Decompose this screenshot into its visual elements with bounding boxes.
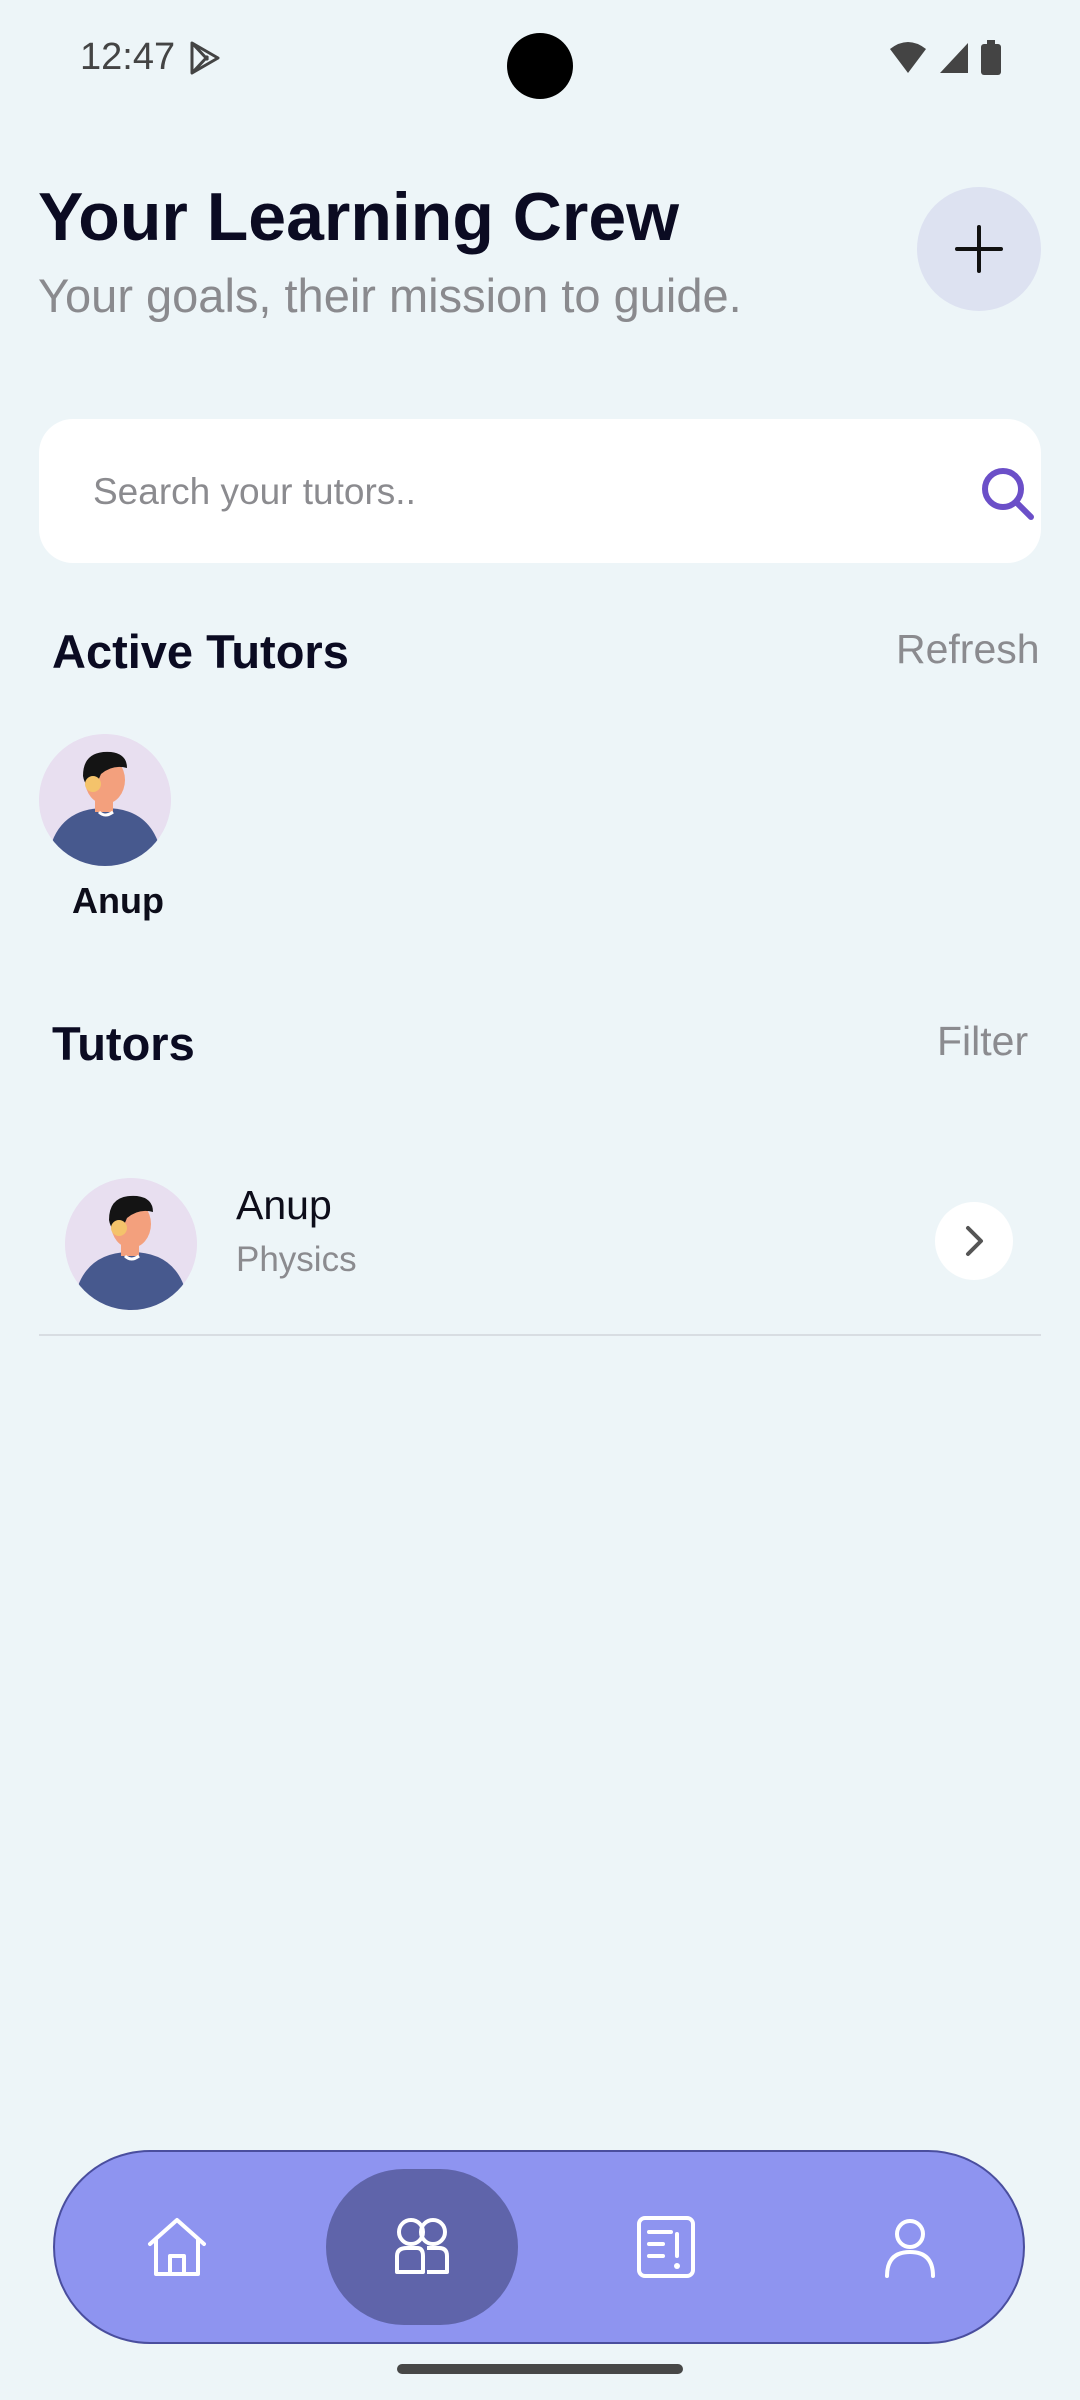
tutor-subject: Physics (236, 1240, 357, 1279)
refresh-button[interactable]: Refresh (896, 626, 1040, 673)
tutor-list-item[interactable]: Anup Physics (39, 1150, 1041, 1336)
tutor-avatar-illustration (65, 1178, 197, 1310)
avatar (39, 734, 171, 866)
plus-icon (955, 225, 1003, 273)
page-subtitle: Your goals, their mission to guide. (38, 269, 742, 322)
search-bar (39, 419, 1041, 563)
tutor-avatar-illustration (39, 734, 171, 866)
add-tutor-button[interactable] (917, 187, 1041, 311)
profile-icon (885, 2219, 935, 2278)
signal-icon (940, 43, 968, 73)
home-icon (148, 2218, 206, 2276)
open-tutor-button[interactable] (935, 1202, 1013, 1280)
active-tutor-name: Anup (72, 880, 164, 921)
filter-button[interactable]: Filter (937, 1018, 1028, 1065)
nav-tutors[interactable] (327, 2152, 517, 2342)
camera-cutout (507, 33, 573, 99)
search-icon[interactable] (977, 463, 1037, 523)
tutor-name: Anup (236, 1182, 332, 1228)
home-indicator (397, 2364, 683, 2374)
nav-profile[interactable] (815, 2152, 1005, 2342)
play-store-icon (190, 41, 220, 75)
nav-home[interactable] (82, 2152, 272, 2342)
bottom-navigation (53, 2150, 1025, 2344)
active-tutors-title: Active Tutors (52, 625, 349, 678)
search-input[interactable] (91, 459, 915, 525)
wifi-icon (890, 42, 926, 73)
status-time: 12:47 (80, 36, 176, 78)
battery-icon (981, 40, 1001, 75)
tutors-icon (395, 2218, 449, 2274)
avatar (65, 1178, 197, 1310)
reports-icon (637, 2216, 695, 2278)
page-title: Your Learning Crew (38, 179, 680, 255)
nav-reports[interactable] (571, 2152, 761, 2342)
tutors-title: Tutors (52, 1017, 195, 1070)
chevron-right-icon (966, 1226, 983, 1256)
status-bar: 12:47 (0, 0, 1080, 120)
status-icons (888, 40, 1002, 76)
